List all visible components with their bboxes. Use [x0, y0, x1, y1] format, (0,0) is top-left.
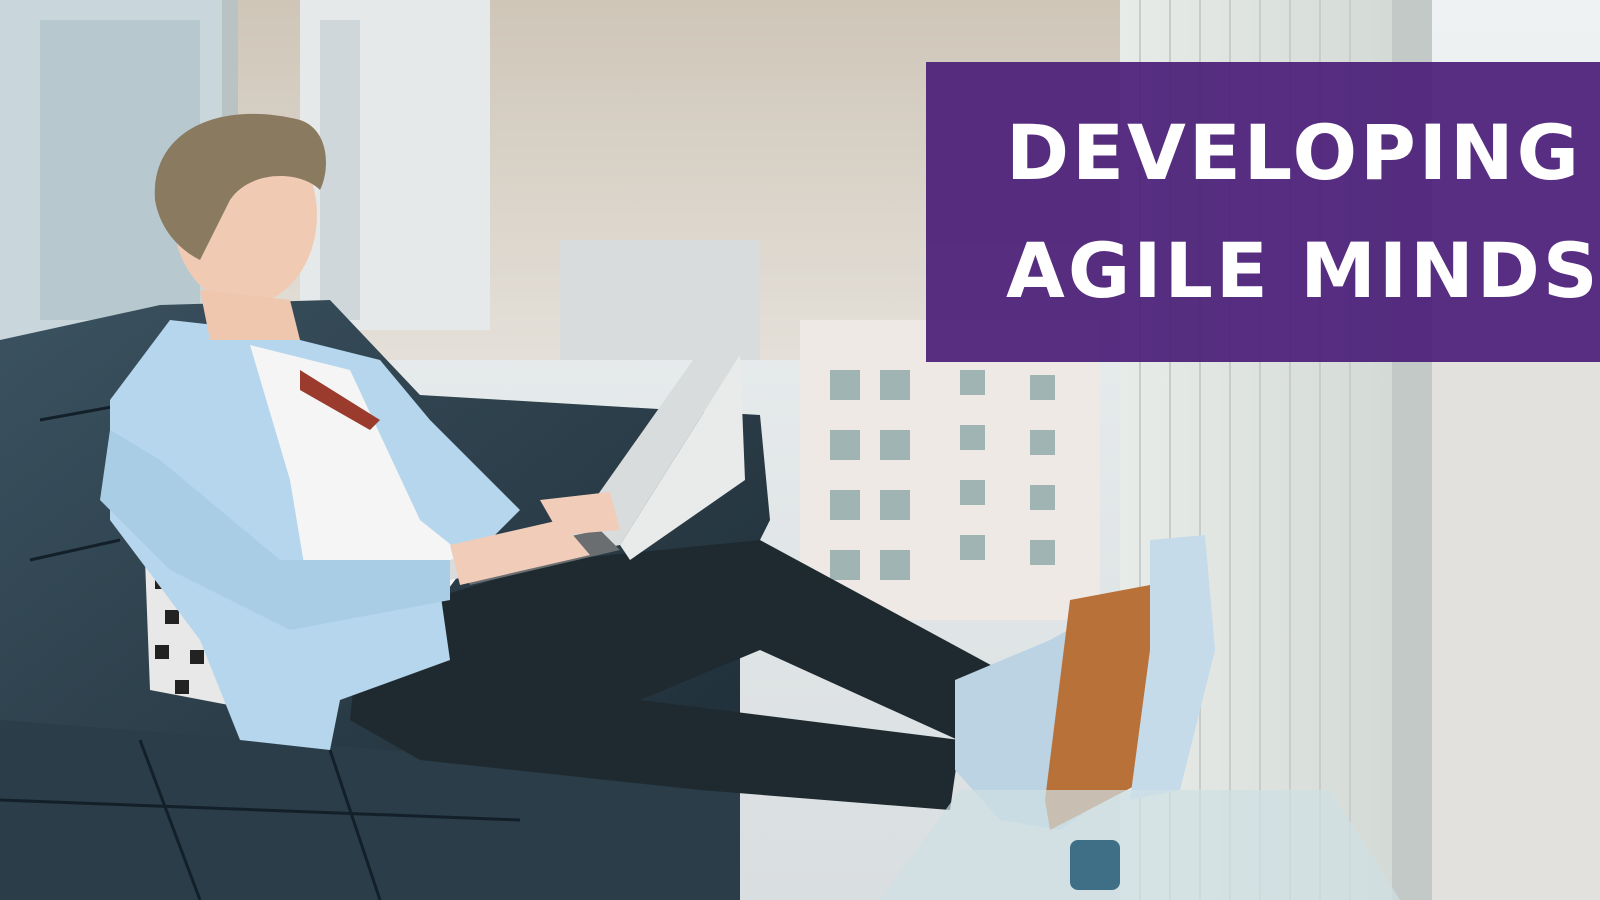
title-line-1: DEVELOPING AN	[1006, 108, 1600, 197]
title-banner: DEVELOPING AN AGILE MINDSET	[926, 62, 1600, 362]
photo-scene: DEVELOPING AN AGILE MINDSET	[0, 0, 1600, 900]
cup	[1070, 840, 1120, 890]
glass-table	[880, 790, 1400, 900]
title-line-2: AGILE MINDSET	[1006, 226, 1600, 315]
